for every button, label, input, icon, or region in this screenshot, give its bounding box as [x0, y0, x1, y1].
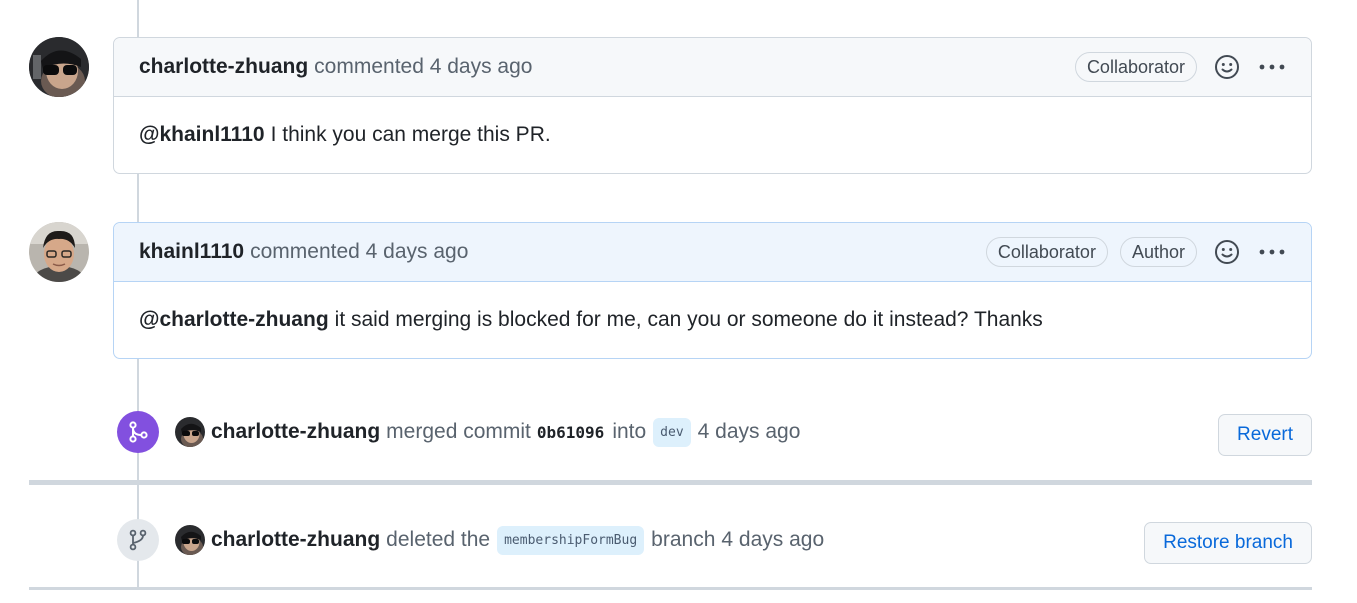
comment-header: khainl1110 commented 4 days ago Collabor… [114, 223, 1311, 282]
avatar[interactable] [175, 525, 205, 555]
comment-text: I think you can merge this PR. [270, 123, 551, 146]
git-merge-icon [117, 411, 159, 453]
branch-label[interactable]: dev [653, 417, 691, 447]
event-into: into [612, 420, 647, 443]
kebab-horizontal-icon[interactable] [1257, 52, 1287, 82]
merged-event: charlotte-zhuang merged commit 0b61096 i… [117, 410, 1312, 456]
collaborator-badge: Collaborator [985, 237, 1108, 267]
timeline-divider [29, 480, 1312, 485]
comment: khainl1110 commented 4 days ago Collabor… [113, 222, 1312, 359]
collaborator-badge: Collaborator [1074, 52, 1197, 82]
event-action: merged commit [386, 420, 531, 443]
comment: charlotte-zhuang commented 4 days ago Co… [113, 37, 1312, 174]
event-user[interactable]: charlotte-zhuang [211, 420, 380, 444]
revert-button[interactable]: Revert [1218, 414, 1312, 456]
comment-body: @khainl1110 I think you can merge this P… [114, 97, 1311, 173]
timeline-line [137, 0, 139, 38]
commit-sha[interactable]: 0b61096 [537, 423, 604, 442]
comment-meta[interactable]: commented 4 days ago [314, 55, 532, 79]
pr-timeline: charlotte-zhuang commented 4 days ago Co… [0, 0, 1357, 603]
smiley-icon[interactable] [1212, 237, 1242, 267]
restore-branch-button[interactable]: Restore branch [1144, 522, 1312, 564]
user-mention[interactable]: @khainl1110 [139, 123, 265, 147]
event-time[interactable]: 4 days ago [698, 420, 801, 444]
user-mention[interactable]: @charlotte-zhuang [139, 308, 329, 332]
event-time[interactable]: 4 days ago [721, 528, 824, 552]
avatar[interactable] [29, 222, 89, 282]
comment-author[interactable]: charlotte-zhuang [139, 55, 308, 79]
event-description: charlotte-zhuang merged commit 0b61096 i… [211, 417, 801, 447]
comment-author[interactable]: khainl1110 [139, 240, 244, 264]
kebab-horizontal-icon[interactable] [1257, 237, 1287, 267]
comment-meta[interactable]: commented 4 days ago [250, 240, 468, 264]
avatar[interactable] [175, 417, 205, 447]
comment-header: charlotte-zhuang commented 4 days ago Co… [114, 38, 1311, 97]
smiley-icon[interactable] [1212, 52, 1242, 82]
event-description: charlotte-zhuang deleted the membershipF… [211, 525, 824, 555]
comment-body: @charlotte-zhuang it said merging is blo… [114, 282, 1311, 358]
timeline-divider [29, 587, 1312, 590]
event-action: deleted the [386, 528, 491, 551]
git-branch-icon [117, 519, 159, 561]
comment-text: it said merging is blocked for me, can y… [334, 308, 1043, 331]
author-badge: Author [1119, 237, 1197, 267]
event-suffix: branch [651, 528, 716, 551]
branch-deleted-event: charlotte-zhuang deleted the membershipF… [117, 518, 1312, 564]
avatar[interactable] [29, 37, 89, 97]
event-user[interactable]: charlotte-zhuang [211, 528, 380, 552]
branch-label[interactable]: membershipFormBug [497, 525, 645, 555]
timeline-line [137, 173, 139, 223]
